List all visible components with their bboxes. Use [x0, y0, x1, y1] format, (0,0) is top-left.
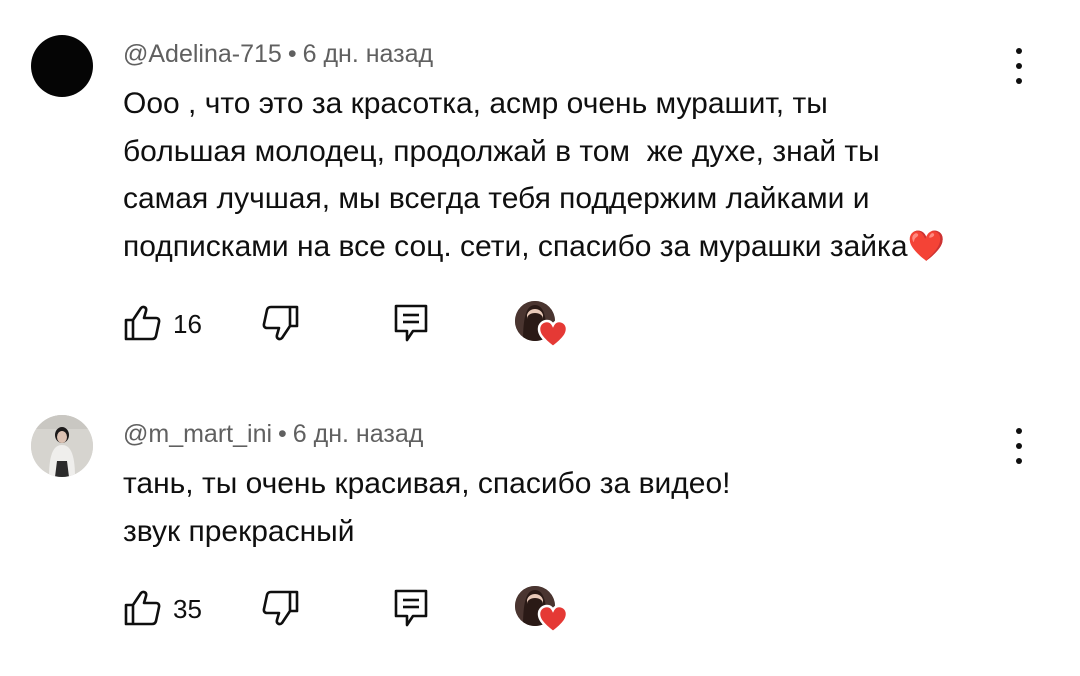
comment-meta: @Adelina-715 • 6 дн. назад [123, 40, 433, 69]
thumbs-down-icon [262, 305, 299, 341]
avatar[interactable] [31, 415, 93, 477]
reply-comment-icon [394, 589, 428, 627]
heart-icon [537, 604, 569, 634]
comment-thread: @m_mart_ini • 6 дн. назад тань, ты очень к… [0, 380, 1080, 676]
menu-dot [1016, 78, 1022, 84]
menu-dot [1016, 458, 1022, 464]
thumbs-up-icon [124, 305, 161, 341]
like-count: 35 [173, 594, 202, 624]
meta-separator: • [278, 420, 287, 448]
comment-thread: @Adelina-715 • 6 дн. назад Ооо , что это з… [0, 0, 1080, 380]
comment-text: тань, ты очень красивая, спасибо за виде… [123, 460, 1023, 555]
reply-comment-icon [394, 304, 428, 342]
meta-separator: • [287, 40, 297, 68]
thumbs-down-icon [262, 590, 299, 626]
menu-dot [1016, 48, 1022, 54]
menu-dot [1016, 428, 1022, 434]
comment-line: звук прекрасный [123, 514, 355, 548]
comment-line: подписками на все соц. сети, спасибо за … [123, 229, 945, 263]
comment-meta: @m_mart_ini • 6 дн. назад [123, 420, 423, 449]
comment-menu-button[interactable] [1004, 424, 1034, 468]
comment-author[interactable]: @m_mart_ini [123, 420, 272, 448]
heart-icon [537, 319, 569, 349]
comment-line: Ооо , что это за красотка, асмр очень му… [123, 87, 828, 120]
creator-heart-badge [515, 301, 571, 351]
thumbs-up-icon [124, 590, 161, 626]
comment-line: тань, ты очень красивая, спасибо за виде… [123, 467, 731, 500]
comment-menu-button[interactable] [1004, 44, 1034, 88]
menu-dot [1016, 63, 1022, 69]
avatar[interactable] [31, 35, 93, 97]
comment-author[interactable]: @Adelina-715 [123, 40, 282, 68]
comment-line: большая молодец, продолжай в том же духе… [123, 134, 880, 168]
comment-actions: 16 [0, 297, 1080, 353]
comment-time[interactable]: 6 дн. назад [303, 40, 434, 68]
like-count: 16 [173, 309, 202, 339]
creator-heart-badge [515, 586, 571, 636]
comment-line: самая лучшая, мы всегда тебя поддержим л… [123, 182, 870, 215]
menu-dot [1016, 443, 1022, 449]
comment-time[interactable]: 6 дн. назад [293, 420, 424, 448]
comment-actions: 35 [0, 582, 1080, 638]
comment-text: Ооо , что это за красотка, асмр очень му… [123, 80, 1023, 270]
